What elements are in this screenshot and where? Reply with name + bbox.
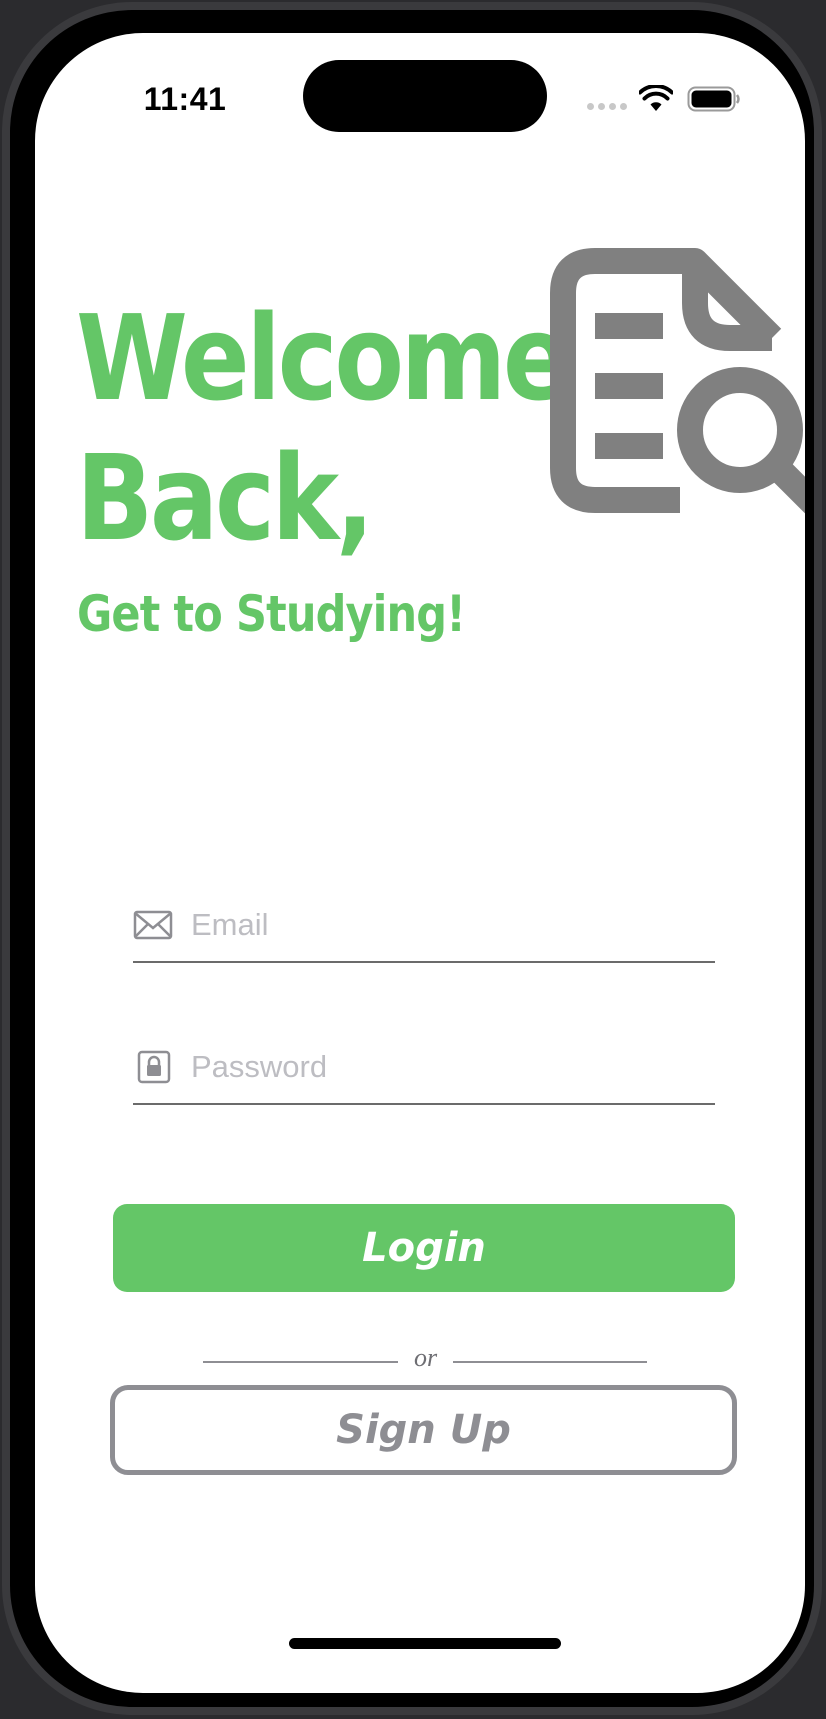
home-indicator[interactable] bbox=[289, 1638, 561, 1649]
cellular-signal-icon bbox=[587, 103, 627, 110]
password-field bbox=[133, 1037, 715, 1105]
envelope-icon bbox=[133, 910, 173, 940]
wifi-icon bbox=[639, 85, 673, 111]
divider-line-right bbox=[453, 1361, 647, 1363]
page-subtitle: Get to Studying! bbox=[77, 585, 466, 643]
password-input[interactable] bbox=[191, 1043, 691, 1091]
phone-bezel: 11:41 Welcome Back, Get to Studying! Ema… bbox=[10, 10, 814, 1707]
or-divider: or bbox=[203, 1343, 647, 1379]
document-search-icon bbox=[550, 248, 805, 514]
dynamic-island bbox=[303, 60, 547, 132]
signup-button[interactable]: Sign Up bbox=[110, 1385, 737, 1475]
login-button[interactable]: Login bbox=[113, 1204, 735, 1292]
title-line-back: Back, bbox=[76, 429, 374, 567]
divider-line-left bbox=[203, 1361, 398, 1363]
divider-text: or bbox=[413, 1343, 438, 1372]
page-title: Welcome Back, bbox=[76, 288, 572, 568]
battery-icon bbox=[687, 86, 740, 112]
email-field bbox=[133, 895, 715, 963]
email-input[interactable] bbox=[191, 901, 691, 949]
title-line-welcome: Welcome bbox=[76, 289, 572, 427]
phone-shell: 11:41 Welcome Back, Get to Studying! Ema… bbox=[2, 2, 822, 1715]
device-frame: 11:41 Welcome Back, Get to Studying! Ema… bbox=[0, 0, 826, 1719]
status-time: 11:41 bbox=[143, 81, 227, 117]
lock-icon bbox=[137, 1050, 171, 1084]
app-screen: 11:41 Welcome Back, Get to Studying! Ema… bbox=[35, 33, 805, 1693]
